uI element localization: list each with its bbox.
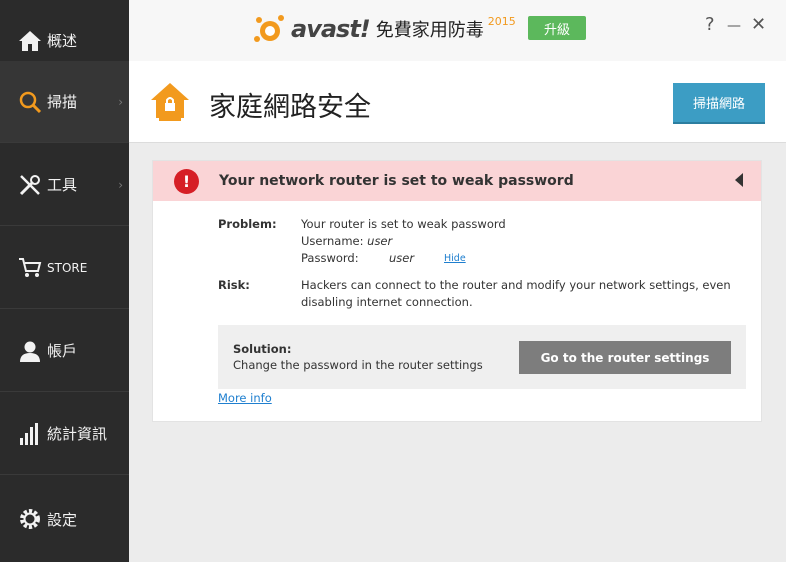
collapse-arrow-icon[interactable] [735, 173, 743, 187]
sidebar-item-statistics[interactable]: 統計資訊 [0, 393, 129, 475]
page-title: 家庭網路安全 [209, 92, 371, 123]
problem-label: Problem: [218, 217, 277, 231]
risk-text-line2: disabling internet connection. [301, 295, 473, 309]
product-year: 2015 [487, 14, 516, 28]
alert-panel: ! Your network router is set to weak pas… [152, 160, 762, 422]
sidebar-item-label: 概述 [47, 32, 78, 50]
hide-password-link[interactable]: Hide [444, 253, 466, 264]
avast-logo: avast! 免費家用防毒 2015 [253, 12, 516, 46]
router-settings-button[interactable]: Go to the router settings [519, 341, 731, 374]
search-icon [17, 89, 43, 115]
sidebar-item-store[interactable]: STORE [0, 227, 129, 309]
avast-orb-icon [254, 15, 284, 42]
sidebar-item-tools[interactable]: 工具 › [0, 144, 129, 226]
page-header: 家庭網路安全 掃描網路 [129, 61, 786, 143]
user-icon [17, 338, 43, 364]
tools-icon [17, 172, 43, 198]
solution-text: Change the password in the router settin… [233, 358, 483, 372]
product-name: 免費家用防毒 [375, 20, 484, 41]
alert-header[interactable]: ! Your network router is set to weak pas… [153, 161, 761, 201]
home-icon [17, 28, 43, 54]
gear-icon [17, 506, 43, 532]
username-label: Username: [301, 234, 364, 248]
chevron-right-icon: › [118, 177, 123, 192]
password-label: Password: [301, 251, 359, 265]
minimize-button[interactable]: — [727, 18, 741, 34]
sidebar-item-label: 統計資訊 [47, 425, 108, 443]
chevron-right-icon: › [118, 94, 123, 109]
sidebar-item-settings[interactable]: 設定 [0, 476, 129, 562]
warning-icon: ! [174, 168, 199, 194]
sidebar-item-label: 設定 [47, 510, 78, 529]
risk-label: Risk: [218, 278, 250, 292]
alert-message: Your network router is set to weak passw… [219, 173, 574, 189]
sidebar: 概述 掃描 › 工具 › STORE 帳戶 統計資訊 設定 [0, 0, 129, 562]
password-value: user [389, 251, 415, 265]
risk-text-line1: Hackers can connect to the router and mo… [301, 278, 731, 292]
sidebar-item-label: 帳戶 [47, 342, 78, 360]
home-network-icon [151, 83, 189, 121]
sidebar-item-label: STORE [47, 260, 88, 275]
scan-network-button[interactable]: 掃描網路 [673, 83, 765, 122]
brand-name: avast! [291, 15, 371, 43]
sidebar-item-account[interactable]: 帳戶 [0, 310, 129, 392]
username-value: user [367, 234, 393, 248]
close-button[interactable]: ✕ [751, 14, 766, 35]
sidebar-item-scan[interactable]: 掃描 › [0, 61, 129, 143]
problem-text: Your router is set to weak password [301, 217, 506, 231]
more-info-link[interactable]: More info [218, 391, 272, 405]
sidebar-item-label: 工具 [47, 176, 78, 194]
stats-icon [17, 421, 43, 447]
username-row: Username: user [301, 233, 392, 250]
upgrade-button[interactable]: 升級 [528, 16, 586, 40]
help-button[interactable]: ? [705, 14, 715, 35]
solution-box: Solution: Change the password in the rou… [218, 325, 746, 389]
solution-label: Solution: [233, 342, 292, 356]
cart-icon [17, 255, 43, 281]
sidebar-item-label: 掃描 [47, 93, 78, 111]
app-header: avast! 免費家用防毒 2015 升級 ? — ✕ [129, 0, 786, 61]
